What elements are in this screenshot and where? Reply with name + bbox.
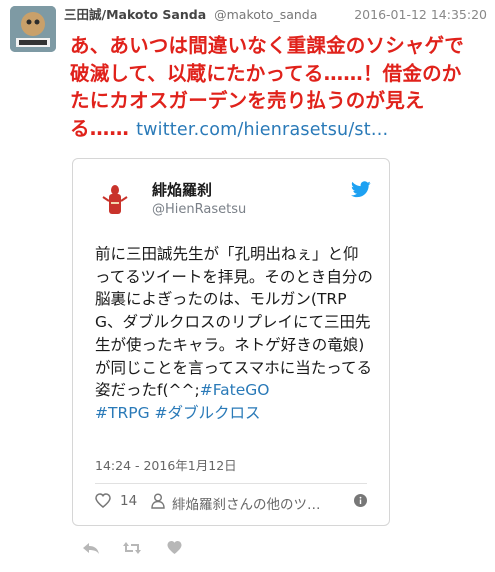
retweet-icon[interactable] xyxy=(122,540,142,559)
like-count: 14 xyxy=(120,493,138,509)
tweet-header: 三田誠/Makoto Sanda @makoto_sanda 2016-01-1… xyxy=(64,6,487,24)
tweet-text: あ、あいつは間違いなく重課金のソシャゲで破滅して、以蔵にたかってる……！借金のか… xyxy=(70,32,480,144)
author-avatar[interactable] xyxy=(10,6,56,52)
like-icon[interactable] xyxy=(166,540,183,559)
author-name[interactable]: 三田誠/Makoto Sanda xyxy=(64,7,206,22)
quoted-avatar[interactable] xyxy=(95,179,135,219)
twitter-bird-icon[interactable] xyxy=(351,181,371,198)
avatar-image xyxy=(10,6,56,52)
reply-icon[interactable] xyxy=(82,540,100,559)
retweet-icon-svg xyxy=(123,542,141,554)
heart-icon[interactable] xyxy=(95,493,111,508)
card-divider xyxy=(95,483,367,484)
quoted-author-handle[interactable]: @HienRasetsu xyxy=(152,202,246,217)
quoted-author-name[interactable]: 緋焔羅刹 xyxy=(152,179,212,200)
reply-icon-svg xyxy=(83,543,99,554)
quoted-body: 前に三田誠先生が「孔明出ねぇ」と仰ってるツイートを拝見。そのとき自分の脳裏によぎ… xyxy=(95,245,373,400)
quoted-tweet-card[interactable]: 緋焔羅刹 @HienRasetsu 前に三田誠先生が「孔明出ねぇ」と仰ってるツイ… xyxy=(72,158,390,526)
tweet-link[interactable]: twitter.com/hienrasetsu/st… xyxy=(136,120,388,140)
quoted-tweet-time[interactable]: 14:24 - 2016年1月12日 xyxy=(95,455,237,474)
hashtag-trpg[interactable]: #TRPG xyxy=(95,404,150,422)
hashtag-fatego[interactable]: #FateGO xyxy=(200,381,270,399)
person-icon xyxy=(151,493,165,509)
more-tweets-link[interactable]: 緋焔羅刹さんの他のツ… xyxy=(172,493,321,513)
hashtag-doublecross[interactable]: #ダブルクロス xyxy=(155,404,261,422)
author-handle[interactable]: @makoto_sanda xyxy=(214,7,317,22)
quoted-tweet-text: 前に三田誠先生が「孔明出ねぇ」と仰ってるツイートを拝見。そのとき自分の脳裏によぎ… xyxy=(95,243,373,425)
heart-icon xyxy=(167,541,182,554)
tweet-timestamp[interactable]: 2016-01-12 14:35:20 xyxy=(354,6,487,24)
info-icon[interactable] xyxy=(354,494,367,507)
quoted-actions: 14 緋焔羅刹さんの他のツ… xyxy=(95,491,367,513)
